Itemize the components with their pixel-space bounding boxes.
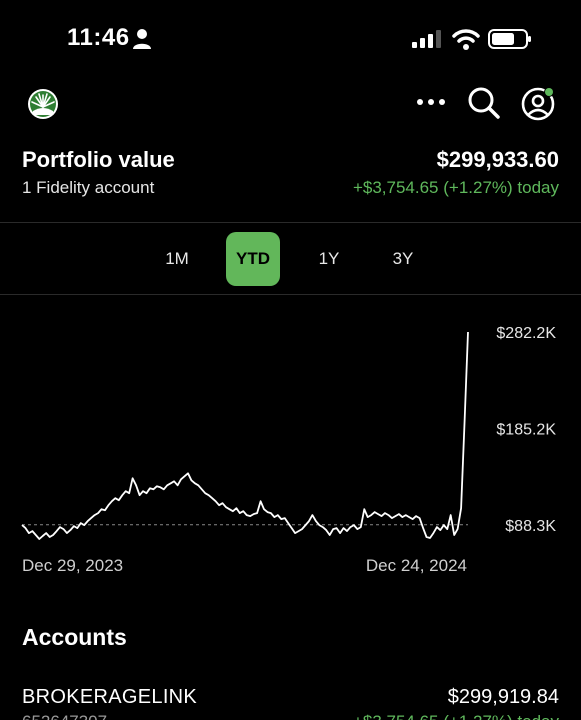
account-change: +$3,754.65 (+1.27%) today xyxy=(353,712,559,720)
account-value: $299,919.84 xyxy=(447,686,559,708)
account-count: 1 Fidelity account xyxy=(22,178,155,197)
status-time: 11:46 xyxy=(67,24,130,51)
x-axis-label: Dec 24, 2024 xyxy=(366,556,467,575)
portfolio-line xyxy=(21,331,469,540)
divider xyxy=(0,222,581,223)
account-name: BROKERAGELINK xyxy=(22,686,198,708)
profile-icon[interactable] xyxy=(520,86,556,122)
y-tick-label: $282.2K xyxy=(496,325,556,342)
portfolio-title: Portfolio value xyxy=(22,147,175,172)
divider xyxy=(0,294,581,295)
portfolio-chart[interactable]: $282.2K $185.2K $88.3K Dec 29, 2023 Dec 24, … xyxy=(0,300,581,590)
x-axis-label: Dec 29, 2023 xyxy=(22,556,123,575)
portfolio-change: +$3,754.65 (+1.27%) today xyxy=(352,178,559,197)
battery-icon xyxy=(488,29,531,49)
fidelity-logo-icon[interactable] xyxy=(27,88,59,120)
person-icon xyxy=(133,29,151,49)
tab-1y[interactable]: 1Y xyxy=(302,232,356,286)
app-header xyxy=(0,80,581,128)
range-tabs: 1M YTD 1Y 3Y xyxy=(0,230,581,286)
wifi-icon xyxy=(452,29,480,50)
account-number: 652647307 xyxy=(22,712,107,720)
more-icon[interactable] xyxy=(415,92,447,112)
cellular-signal-icon xyxy=(412,30,441,48)
tab-ytd[interactable]: YTD xyxy=(226,232,280,286)
y-tick-label: $88.3K xyxy=(505,518,556,535)
tab-1m[interactable]: 1M xyxy=(150,232,204,286)
status-bar: 11:46 xyxy=(0,0,581,80)
tab-3y[interactable]: 3Y xyxy=(376,232,430,286)
accounts-heading: Accounts xyxy=(22,624,127,650)
y-tick-label: $185.2K xyxy=(496,421,556,438)
notification-dot xyxy=(545,88,553,96)
search-icon[interactable] xyxy=(467,86,501,120)
portfolio-value: $299,933.60 xyxy=(436,147,559,172)
